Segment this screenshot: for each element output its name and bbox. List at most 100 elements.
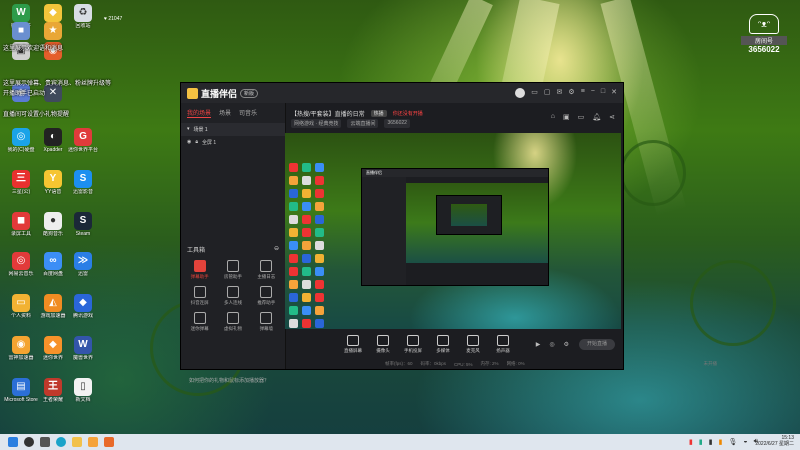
desktop-icon[interactable]: ♻ 回收站	[66, 4, 100, 29]
share-icon[interactable]: ⋖	[609, 113, 615, 121]
desktop-icon[interactable]: ≫ 迅雷	[66, 252, 100, 277]
bottom-hint[interactable]: 如何把你的礼物和鼠标添加播放器？	[189, 377, 269, 384]
desktop-app-icon: ∞	[44, 252, 62, 270]
source-control-button[interactable]: 多媒体	[429, 335, 457, 354]
tool-item[interactable]: 虚拟礼物	[216, 312, 249, 332]
avatar[interactable]	[515, 88, 526, 98]
go-live-button[interactable]: 开始直播	[579, 339, 615, 350]
source-controls: 直播屏幕 摄像头 手机投屏 多媒体 麦克风 扬声器	[339, 331, 517, 354]
desktop-icon[interactable]: W 魔兽世界	[66, 336, 100, 361]
message-icon[interactable]: ▭	[531, 88, 538, 98]
scene-source-item[interactable]: ◉ 🔒︎ 全屏 1	[181, 136, 285, 149]
close-icon[interactable]: ✕	[611, 88, 617, 98]
scene-header-label: 场景 1	[193, 127, 208, 133]
tool-item[interactable]: 推荐助手	[250, 286, 283, 306]
desktop-icon[interactable]: ◭ 游戏加速器	[36, 294, 70, 319]
desktop-icon[interactable]: ◎ 网易云音乐	[4, 252, 38, 277]
desktop-icon[interactable]: ◼ 录屏工具	[4, 212, 38, 237]
desktop-icon[interactable]: ★	[36, 22, 70, 41]
category-label[interactable]: 网络游戏 · 经典竞技	[291, 119, 342, 128]
desktop-icon[interactable]: ∞ 百度网盘	[36, 252, 70, 277]
tray-app2-icon[interactable]: ▮	[699, 438, 703, 446]
title-bar[interactable]: 直播伴侣 新版 ▭ ▢ ✉ ⚙ ≡ − □ ✕	[181, 83, 623, 103]
desktop-app-icon: ♻	[74, 4, 92, 22]
desktop-icon[interactable]: Y YY语音	[36, 170, 70, 195]
desktop-icon[interactable]: ▯ 新文档	[66, 378, 100, 403]
clock[interactable]: 15:13 2022/6/27 星期二	[755, 435, 794, 447]
nested-app-preview: 直播伴侣	[361, 168, 549, 286]
mic-icon[interactable]: 🎙︎	[728, 438, 737, 446]
desktop-icon[interactable]: G 迷你世界平台	[66, 128, 100, 153]
preview-icon	[315, 189, 324, 198]
version-badge[interactable]: 新版	[240, 89, 259, 98]
stream-preview[interactable]: 直播伴侣	[285, 133, 621, 329]
tab-music[interactable]: 司音乐	[239, 108, 257, 118]
toolbox-expand-icon[interactable]: ⊖	[274, 245, 279, 254]
gift-icon[interactable]: ▢	[544, 88, 551, 98]
tray-app3-icon[interactable]: ▮	[709, 438, 713, 446]
desktop-icon[interactable]: 王王者荣耀	[36, 378, 70, 403]
start-windows-icon[interactable]	[8, 437, 18, 447]
file-explorer-icon[interactable]	[72, 437, 82, 447]
source-control-button[interactable]: 手机投屏	[399, 335, 427, 354]
store-icon[interactable]: ⌂	[551, 113, 555, 121]
tray-app-icon[interactable]: ▮	[689, 438, 693, 446]
desktop-icon[interactable]: ◆	[36, 4, 70, 23]
source-control-button[interactable]: 摄像头	[369, 335, 397, 354]
status-item: 帧率(fps)：60	[385, 361, 413, 366]
room-badge-number: 3656022	[748, 45, 780, 54]
desktop-icon[interactable]: S 迅雷影音	[66, 170, 100, 195]
camera-icon[interactable]: ▶	[536, 341, 541, 348]
desktop-icon[interactable]: ▤ Microsoft Store	[4, 378, 38, 403]
app-taskbar-icon[interactable]	[88, 437, 98, 447]
eye-icon[interactable]: ◉	[187, 139, 191, 146]
tool-item[interactable]: 多人连线	[216, 286, 249, 306]
desktop-icon[interactable]: ◐ Xpadder	[36, 128, 70, 153]
desktop-icon[interactable]: 三三星(公)	[4, 170, 38, 195]
desktop-icon[interactable]: S Steam	[66, 212, 100, 237]
bell-icon[interactable]: 🔔︎	[592, 113, 601, 121]
edge-icon[interactable]	[56, 437, 66, 447]
stream-title[interactable]: 【热搜/平套装】直播的日常	[291, 109, 365, 118]
share-screen-icon[interactable]: ▣	[563, 113, 570, 121]
desktop-icon[interactable]: ● 酷狗音乐	[36, 212, 70, 237]
tool-item[interactable]: 迷你弹幕	[183, 312, 216, 332]
tool-item[interactable]: 抖音连屏	[183, 286, 216, 306]
taskview-icon[interactable]	[40, 437, 50, 447]
source-control-button[interactable]: 扬声器	[489, 335, 517, 354]
record-icon[interactable]: ◎	[549, 341, 554, 348]
menu-icon[interactable]: ≡	[581, 88, 585, 98]
tab-scenes[interactable]: 场景	[219, 108, 231, 118]
steam-taskbar-icon[interactable]	[104, 437, 114, 447]
tab-my-scenes[interactable]: 我的场景	[187, 108, 212, 118]
scene-header[interactable]: ▾ 场景 1	[181, 123, 285, 136]
chat-icon[interactable]: ▭	[578, 113, 585, 121]
nested-preview-window	[436, 195, 502, 235]
preview-icon	[315, 306, 324, 315]
tool-item[interactable]: 弹幕墙	[250, 312, 283, 332]
desktop-icon[interactable]: ◆ 腾讯游戏	[66, 294, 100, 319]
desktop-icon[interactable]: ▭ 个人资料	[4, 294, 38, 319]
source-control-button[interactable]: 直播屏幕	[339, 335, 367, 354]
maximize-icon[interactable]: □	[601, 88, 605, 98]
gear-icon[interactable]: ⚙	[564, 341, 569, 348]
source-control-button[interactable]: 麦克风	[459, 335, 487, 354]
tool-item[interactable]: 房管助手	[216, 260, 249, 280]
desktop-icon[interactable]: ◉ 雷神加速器	[4, 336, 38, 361]
lock-icon[interactable]: 🔒︎	[195, 139, 198, 146]
tool-item[interactable]: 主播日志	[250, 260, 283, 280]
tool-icon	[226, 312, 239, 324]
source-control-icon	[437, 335, 449, 346]
preview-icon	[302, 189, 311, 198]
desktop-icon[interactable]: ◆ 迷你世界	[36, 336, 70, 361]
tool-item[interactable]: 弹幕助手	[183, 260, 216, 280]
tray-app4-icon[interactable]: ▮	[719, 438, 723, 446]
desktop-icon[interactable]: ◎ 我的(C)硬盘	[4, 128, 38, 153]
search-icon[interactable]	[24, 437, 34, 447]
settings-icon[interactable]: ⚙	[568, 88, 574, 98]
desktop-icon-label: 录屏工具	[10, 231, 31, 237]
mail-icon[interactable]: ✉	[557, 88, 563, 98]
desktop-icon[interactable]: ■	[4, 22, 38, 41]
minimize-icon[interactable]: −	[591, 88, 595, 98]
network-icon[interactable]: ◒	[743, 438, 747, 446]
